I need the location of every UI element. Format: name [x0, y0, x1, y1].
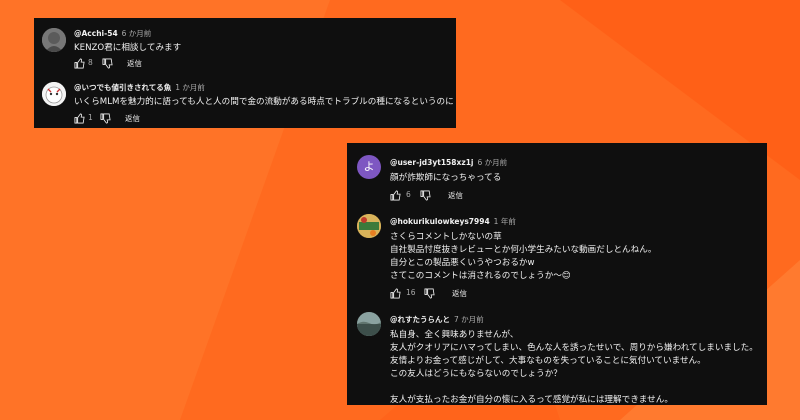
comment-text-line: 自社製品忖度抜きレビューとか何小学生みたいな動画だしとんねん。 — [390, 245, 657, 255]
comment-author[interactable]: @Acchi-54 — [74, 29, 118, 38]
like-icon[interactable] — [74, 58, 85, 69]
comment-author[interactable]: @いつでも値引きされてる魚 — [74, 83, 171, 92]
comment-text: KENZO君に相談してみます — [74, 43, 182, 53]
like-count: 1 — [88, 113, 93, 122]
comment-item: @hokurikulowkeys7994 1 年前 さくらコメントしかないの草 自… — [347, 208, 767, 303]
reply-button[interactable]: 返信 — [127, 58, 142, 69]
reply-button[interactable]: 返信 — [448, 190, 463, 201]
comment-time[interactable]: 6 か月前 — [122, 29, 152, 38]
comment-item: @れすたうらんと 7 か月前 私自身、全く興味ありませんが、 友人がクオリアにハマ… — [347, 306, 767, 405]
avatar[interactable] — [42, 28, 66, 52]
comment-author[interactable]: @user-jd3yt158xz1j — [390, 158, 473, 167]
like-icon[interactable] — [390, 288, 401, 299]
comment-text-line: さてこのコメントは消されるのでしょうか〜😊 — [390, 271, 571, 281]
avatar[interactable] — [357, 214, 381, 238]
reply-button[interactable]: 返信 — [125, 113, 140, 124]
dislike-icon[interactable] — [102, 58, 113, 69]
dislike-icon[interactable] — [420, 190, 431, 201]
comment-item: @Acchi-54 6 か月前 KENZO君に相談してみます 8 返信 — [34, 18, 456, 73]
comment-item: @いつでも値引きされてる魚 1 か月前 いくらMLMを魅力的に語っても人と人の間で… — [34, 73, 456, 128]
comment-time[interactable]: 1 か月前 — [175, 83, 205, 92]
like-icon[interactable] — [390, 190, 401, 201]
comment-text-line: 友人が支払ったお金が自分の懐に入るって感覚が私には理解できません。 — [390, 395, 673, 405]
comment-text: 顔が詐欺師になっちゃってる — [390, 173, 502, 183]
comment-panel-top: @Acchi-54 6 か月前 KENZO君に相談してみます 8 返信 @いつでも… — [34, 18, 456, 128]
comment-time[interactable]: 1 年前 — [494, 217, 516, 226]
comment-text-line: さくらコメントしかないの草 — [390, 232, 502, 242]
dislike-icon[interactable] — [100, 113, 111, 124]
comment-text-line: この友人はどうにもならないのでしょうか？ — [390, 369, 562, 379]
like-count: 16 — [406, 288, 416, 297]
like-icon[interactable] — [74, 113, 85, 124]
avatar[interactable] — [42, 82, 66, 106]
avatar[interactable]: よ — [357, 155, 381, 179]
comment-item: よ @user-jd3yt158xz1j 6 か月前 顔が詐欺師になっちゃってる … — [347, 143, 767, 203]
like-count: 8 — [88, 58, 93, 67]
avatar[interactable] — [357, 312, 381, 336]
like-count: 6 — [406, 190, 411, 199]
comment-author[interactable]: @hokurikulowkeys7994 — [390, 217, 490, 226]
comment-text-line: 友情よりお金って感じがして、大事なものを失っていることに気付いていません。 — [390, 356, 706, 366]
comment-time[interactable]: 7 か月前 — [454, 315, 484, 324]
reply-button[interactable]: 返信 — [452, 288, 467, 299]
comment-time[interactable]: 6 か月前 — [477, 158, 507, 167]
comment-text-line: 自分とこの製品悪くいうやつおるかw — [390, 258, 535, 268]
comment-text-line: 私自身、全く興味ありませんが、 — [390, 330, 519, 340]
comment-panel-bottom: よ @user-jd3yt158xz1j 6 か月前 顔が詐欺師になっちゃってる … — [347, 143, 767, 405]
comment-text-line: 友人がクオリアにハマってしまい、色んな人を誘ったせいで、周りから嫌われてしまいま… — [390, 343, 758, 353]
comment-author[interactable]: @れすたうらんと — [390, 315, 450, 324]
avatar-letter: よ — [363, 160, 375, 173]
comment-text: いくらMLMを魅力的に語っても人と人の間で金の流動がある時点でトラブルの種になる… — [74, 97, 454, 107]
dislike-icon[interactable] — [424, 288, 435, 299]
